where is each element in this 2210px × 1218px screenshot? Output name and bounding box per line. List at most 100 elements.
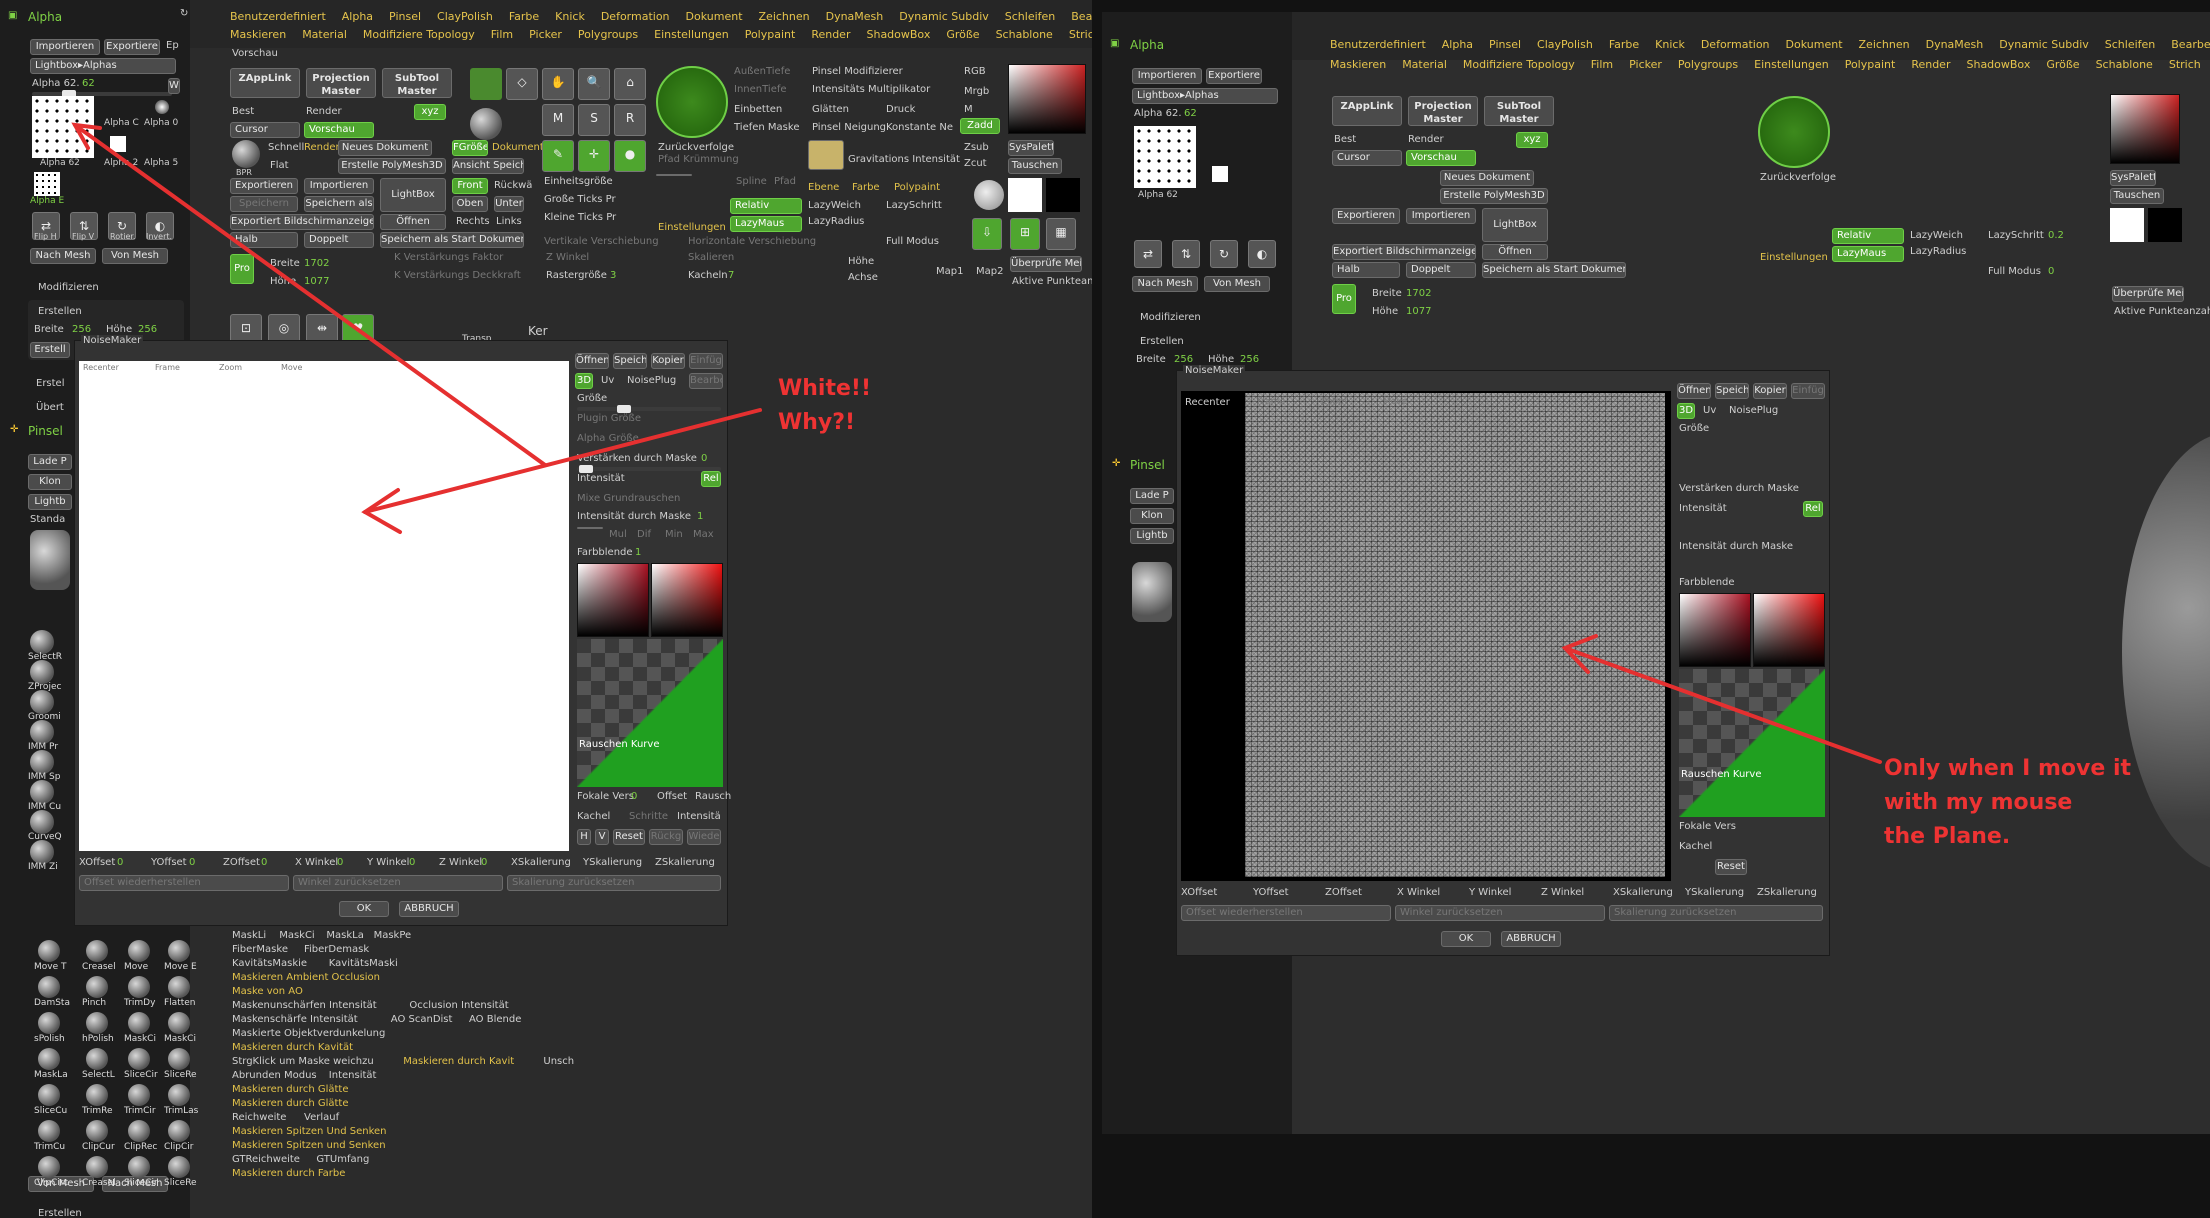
alpha-palette-title-right[interactable]: Alpha bbox=[1130, 38, 1164, 52]
menu-item-right-r2-5[interactable]: Polygroups bbox=[1678, 58, 1738, 71]
zapplink-button-right[interactable]: ZAppLink bbox=[1332, 96, 1402, 126]
cursor-button-right[interactable]: Cursor bbox=[1332, 150, 1402, 166]
arrow-to-alpha-thumb bbox=[73, 123, 547, 467]
menu-item-right-r2-11[interactable]: Schablone bbox=[2096, 58, 2153, 71]
menu-item-right-r2-1[interactable]: Material bbox=[1402, 58, 1447, 71]
menu-item-right-12[interactable]: Bearbeiten bbox=[2171, 38, 2210, 51]
menu-item-right-0[interactable]: Benutzerdefiniert bbox=[1330, 38, 1426, 51]
zuruckverfolge-label-right[interactable]: Zurückverfolge bbox=[1760, 172, 1836, 183]
secondary-color-swatch-right[interactable] bbox=[2148, 208, 2182, 242]
noise-color1-picker-right[interactable] bbox=[1679, 593, 1751, 667]
pinsel-palette-title-right[interactable]: Pinsel bbox=[1130, 458, 1165, 472]
menu-item-right-7[interactable]: Dokument bbox=[1786, 38, 1843, 51]
menu-item-right-2[interactable]: Pinsel bbox=[1489, 38, 1521, 51]
kopier-dlg-button-right[interactable]: Kopier bbox=[1753, 383, 1787, 399]
standard-brush-icon-right[interactable] bbox=[1132, 562, 1172, 622]
speichern-start-button-right[interactable]: Speichern als Start Dokument bbox=[1482, 262, 1626, 278]
einfug-dlg-button-right[interactable]: Einfüg bbox=[1791, 383, 1825, 399]
uv-label-right[interactable]: Uv bbox=[1703, 405, 1716, 416]
offnen-button-right[interactable]: Öffnen bbox=[1482, 244, 1548, 260]
menu-item-right-r2-3[interactable]: Film bbox=[1591, 58, 1613, 71]
winkel-zuruck-button-right[interactable]: Winkel zurücksetzen bbox=[1395, 905, 1605, 921]
invert-icon-right[interactable]: ◐ bbox=[1248, 240, 1276, 268]
menu-item-right-r2-7[interactable]: Polypaint bbox=[1845, 58, 1896, 71]
recenter-label-right[interactable]: Recenter bbox=[1185, 397, 1230, 408]
lightbox-alphas-button-right[interactable]: Lightbox▸Alphas bbox=[1132, 88, 1278, 104]
menu-item-right-r2-0[interactable]: Maskieren bbox=[1330, 58, 1386, 71]
importieren-button-right[interactable]: Importieren bbox=[1132, 68, 1202, 84]
menu-item-right-r2-8[interactable]: Render bbox=[1911, 58, 1950, 71]
exportieren-button-right[interactable]: Exportiere bbox=[1206, 68, 1262, 84]
intensitat-label-right: Intensität bbox=[1679, 503, 1727, 514]
lightbox-brush-button-right[interactable]: Lightb bbox=[1130, 528, 1174, 544]
menu-item-right-r2-2[interactable]: Modifiziere Topology bbox=[1463, 58, 1575, 71]
doppelt-button-right[interactable]: Doppelt bbox=[1406, 262, 1476, 278]
menu-item-right-r2-12[interactable]: Strich bbox=[2169, 58, 2201, 71]
render-label-right[interactable]: Render bbox=[1408, 134, 1444, 145]
von-mesh-button-right[interactable]: Von Mesh bbox=[1204, 276, 1270, 292]
menu-item-right-10[interactable]: Dynamic Subdiv bbox=[1999, 38, 2089, 51]
exportieren-doc-button-right[interactable]: Exportieren bbox=[1332, 208, 1400, 224]
offset-wieder-button-right[interactable]: Offset wiederherstellen bbox=[1181, 905, 1391, 921]
menu-item-right-6[interactable]: Deformation bbox=[1701, 38, 1770, 51]
pro-button-right[interactable]: Pro bbox=[1332, 284, 1356, 314]
subtool-master-button-right[interactable]: SubTool Master bbox=[1484, 96, 1554, 126]
xyz-button-right[interactable]: xyz bbox=[1516, 132, 1548, 148]
importieren-doc-button-right[interactable]: Importieren bbox=[1406, 208, 1476, 224]
menu-item-right-r2-6[interactable]: Einstellungen bbox=[1754, 58, 1829, 71]
skal-zuruck-button-right[interactable]: Skalierung zurücksetzen bbox=[1609, 905, 1823, 921]
projection-master-button-right[interactable]: Projection Master bbox=[1408, 96, 1478, 126]
menu-item-right-11[interactable]: Schleifen bbox=[2105, 38, 2156, 51]
exportiert-bild-button-right[interactable]: Exportiert Bildschirmanzeige bbox=[1332, 244, 1476, 260]
menu-item-right-5[interactable]: Knick bbox=[1655, 38, 1685, 51]
menu-item-right-1[interactable]: Alpha bbox=[1442, 38, 1473, 51]
lazymouse-circle-icon-right[interactable] bbox=[1758, 96, 1830, 168]
menu-item-right-3[interactable]: ClayPolish bbox=[1537, 38, 1593, 51]
menu-item-right-9[interactable]: DynaMesh bbox=[1926, 38, 1984, 51]
abbruch-button-right[interactable]: ABBRUCH bbox=[1501, 931, 1561, 947]
menu-item-right-r2-9[interactable]: ShadowBox bbox=[1966, 58, 2030, 71]
frame-label-right[interactable]: Frame bbox=[1257, 397, 1285, 407]
relativ-button-right[interactable]: Relativ bbox=[1832, 228, 1904, 244]
noiseplug-label-right[interactable]: NoisePlug bbox=[1729, 405, 1778, 416]
zoom-label-right[interactable]: Zoom bbox=[1321, 397, 1347, 407]
syspalette-button-right[interactable]: SysPalett bbox=[2110, 170, 2156, 186]
vorschau-button-right[interactable]: Vorschau bbox=[1406, 150, 1476, 166]
rel-button-right[interactable]: Rel bbox=[1803, 501, 1823, 517]
uberprufe-button-right[interactable]: Überprüfe Mei bbox=[2112, 286, 2184, 302]
3d-button-right[interactable]: 3D bbox=[1677, 403, 1695, 419]
move-label-right[interactable]: Move bbox=[1383, 397, 1407, 407]
flip-v-icon-right[interactable]: ⇅ bbox=[1172, 240, 1200, 268]
alpha-thumbnail-right[interactable] bbox=[1134, 126, 1196, 188]
offnen-dlg-button-right[interactable]: Öffnen bbox=[1677, 383, 1711, 399]
alpha-white-swatch-right[interactable] bbox=[1212, 166, 1228, 182]
halb-button-right[interactable]: Halb bbox=[1332, 262, 1400, 278]
noise-color2-picker-right[interactable] bbox=[1753, 593, 1825, 667]
lazymaus-button-right[interactable]: LazyMaus bbox=[1832, 246, 1904, 262]
lazyschritt-label-right: LazySchritt bbox=[1988, 230, 2044, 241]
modifizieren-label-right[interactable]: Modifizieren bbox=[1140, 312, 1201, 323]
lade-pinsel-button-right[interactable]: Lade P bbox=[1130, 488, 1174, 504]
menu-item-right-r2-10[interactable]: Größe bbox=[2046, 58, 2079, 71]
menu-item-right-8[interactable]: Zeichnen bbox=[1859, 38, 1910, 51]
noise-preview-canvas-textured[interactable] bbox=[1245, 393, 1665, 877]
alpha-value-label-right: Alpha 62. bbox=[1134, 108, 1182, 119]
erstelle-polymesh-button-right[interactable]: Erstelle PolyMesh3D bbox=[1440, 188, 1548, 204]
einstellungen-label-right[interactable]: Einstellungen bbox=[1760, 252, 1828, 263]
tauschen-button-right[interactable]: Tauschen bbox=[2110, 188, 2164, 204]
menu-item-right-4[interactable]: Farbe bbox=[1609, 38, 1639, 51]
ok-button-right[interactable]: OK bbox=[1441, 931, 1491, 947]
nach-mesh-button-right[interactable]: Nach Mesh bbox=[1132, 276, 1198, 292]
klon-button-right[interactable]: Klon bbox=[1130, 508, 1174, 524]
rauschen-kurve-label-right: Rauschen Kurve bbox=[1681, 769, 1762, 780]
speich-dlg-button-right[interactable]: Speich bbox=[1715, 383, 1749, 399]
neues-dokument-button-right[interactable]: Neues Dokument bbox=[1440, 170, 1534, 186]
reset-button-right[interactable]: Reset bbox=[1715, 859, 1747, 875]
menu-item-right-r2-4[interactable]: Picker bbox=[1629, 58, 1662, 71]
main-color-swatch-right[interactable] bbox=[2110, 208, 2144, 242]
color-picker-right[interactable] bbox=[2110, 94, 2180, 164]
rotate-icon-right[interactable]: ↻ bbox=[1210, 240, 1238, 268]
lightbox-button-right[interactable]: LightBox bbox=[1482, 208, 1548, 242]
best-label-right[interactable]: Best bbox=[1334, 134, 1356, 145]
flip-h-icon-right[interactable]: ⇄ bbox=[1134, 240, 1162, 268]
